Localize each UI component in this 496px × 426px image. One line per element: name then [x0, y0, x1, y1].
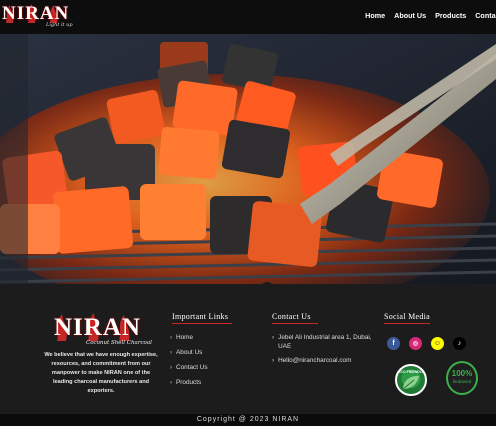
facebook-icon[interactable]: f	[387, 337, 400, 350]
title-underline	[272, 323, 318, 324]
footer-link-products[interactable]: › Products	[170, 379, 208, 394]
footer-link-home[interactable]: › Home	[170, 334, 208, 349]
important-links-list: › Home › About Us › Contact Us › Products	[170, 334, 208, 394]
nav-home[interactable]: Home	[365, 11, 385, 20]
contact-title: Contact Us	[272, 312, 311, 321]
contact-address: › Jebel Ali Industrial area 1, Dubai, UA…	[272, 334, 372, 350]
charcoal-grill-illustration	[0, 34, 496, 284]
copyright-text: Copyright @ 2023 NIRAN	[196, 416, 300, 423]
eco-friendly-badge: ECO FRIENDLY	[395, 364, 427, 396]
nav-about-us[interactable]: About Us	[394, 11, 426, 20]
contact-info: › Jebel Ali Industrial area 1, Dubai, UA…	[272, 334, 376, 372]
footer-link-about-us[interactable]: › About Us	[170, 349, 208, 364]
about-text: We believe that we have enough expertise…	[44, 352, 158, 394]
nav-contact[interactable]: Contact	[475, 11, 496, 20]
chevron-right-icon: ›	[170, 365, 172, 371]
hero-image	[0, 34, 496, 284]
important-links-title: Important Links	[172, 312, 229, 321]
header-logo[interactable]: NIRAN Light it up	[2, 3, 74, 31]
site-header: NIRAN Light it up Home About Us Products…	[0, 0, 496, 34]
chevron-right-icon: ›	[170, 350, 172, 356]
tiktok-icon[interactable]: ♪	[453, 337, 466, 350]
leaf-icon	[402, 375, 419, 390]
title-underline	[384, 323, 430, 324]
footer-logo[interactable]: NIRAN Coconut Shell Charcoal	[52, 313, 152, 346]
footer-notch	[260, 282, 274, 296]
snapchat-icon[interactable]: ☺	[431, 337, 444, 350]
chevron-right-icon: ›	[272, 357, 275, 364]
contact-email[interactable]: › Hello@nirancharcoal.com	[272, 357, 376, 366]
chevron-right-icon: ›	[170, 335, 172, 341]
chevron-right-icon: ›	[272, 334, 275, 341]
instagram-icon[interactable]: ◎	[409, 337, 422, 350]
footer-link-contact-us[interactable]: › Contact Us	[170, 364, 208, 379]
logo-tagline: Light it up	[46, 22, 73, 28]
main-nav: Home About Us Products Contact	[365, 11, 496, 20]
footer-logo-tagline: Coconut Shell Charcoal	[86, 340, 152, 346]
nav-products[interactable]: Products	[435, 11, 466, 20]
chevron-right-icon: ›	[170, 380, 172, 386]
title-underline	[172, 323, 232, 324]
biobased-badge: 100% biobased	[446, 361, 478, 395]
social-media-title: Social Media	[384, 312, 431, 321]
footer-logo-text: NIRAN	[54, 314, 141, 341]
